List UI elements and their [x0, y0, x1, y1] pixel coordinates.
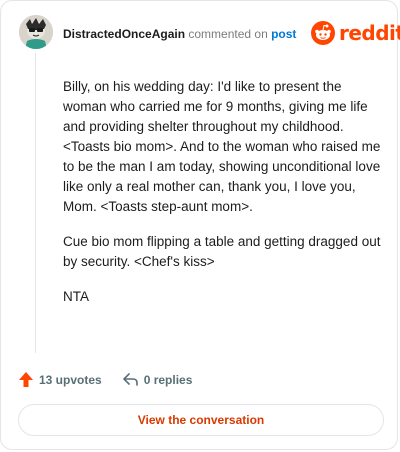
view-conversation-button[interactable]: View the conversation	[18, 404, 384, 436]
comment-body: Billy, on his wedding day: I'd like to p…	[63, 77, 385, 322]
upvote-button[interactable]: 13 upvotes	[18, 371, 102, 388]
reply-count: 0 replies	[143, 372, 193, 387]
comment-card: DistractedOnceAgain commented on post re…	[0, 0, 400, 450]
reddit-snoo-icon	[311, 21, 335, 45]
upvote-arrow-icon	[19, 372, 33, 387]
post-link[interactable]: post	[271, 27, 296, 41]
thread-line	[35, 53, 36, 353]
avatar[interactable]	[19, 15, 53, 49]
reddit-wordmark: reddit	[339, 21, 400, 45]
username[interactable]: DistractedOnceAgain	[63, 27, 185, 41]
comment-header: DistractedOnceAgain commented on post	[63, 27, 296, 41]
reply-button[interactable]: 0 replies	[122, 372, 193, 387]
comment-action-text: commented on	[185, 27, 272, 41]
comment-paragraph: Billy, on his wedding day: I'd like to p…	[63, 79, 381, 214]
reddit-logo[interactable]: reddit	[311, 21, 400, 45]
upvote-count: 13 upvotes	[39, 372, 102, 387]
comment-paragraph: NTA	[63, 289, 89, 304]
comment-paragraph: Cue bio mom flipping a table and getting…	[63, 234, 381, 269]
reply-arrow-icon	[122, 373, 138, 386]
comment-actions: 13 upvotes 0 replies	[18, 371, 192, 388]
